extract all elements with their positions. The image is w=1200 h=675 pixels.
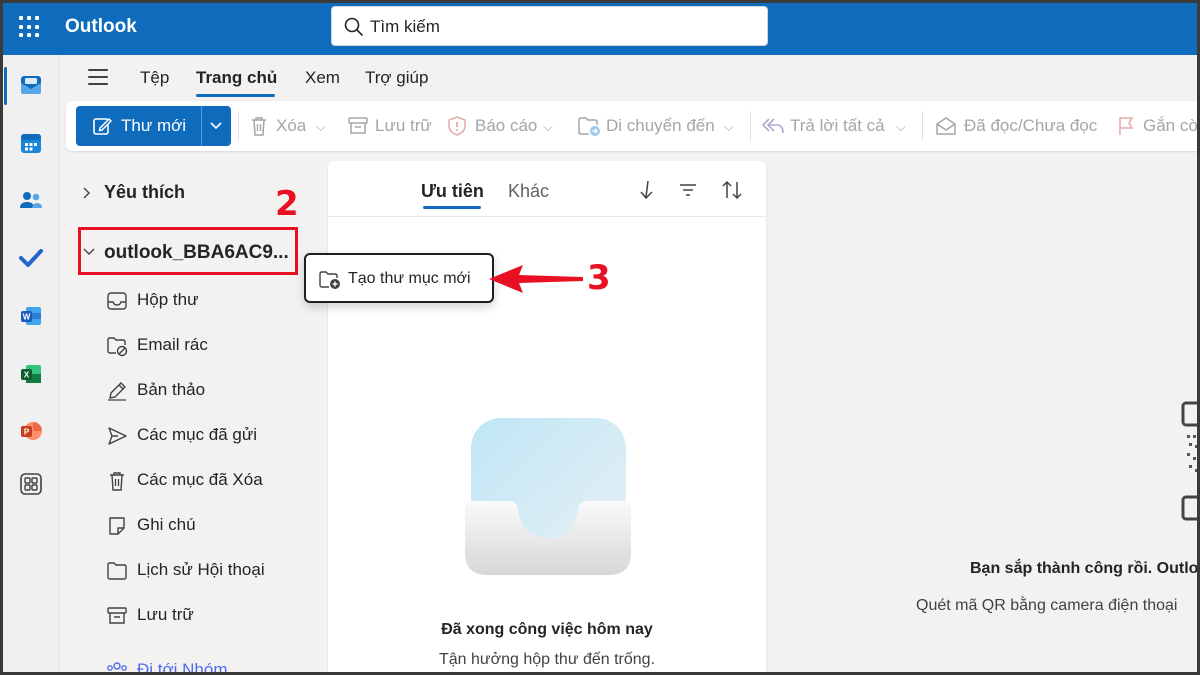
folder-label: Các mục đã gửi (137, 425, 258, 444)
ribbon-toolbar: Thư mới Xóa ⌵ Lưu trữ Báo cáo ⌵ Di chuyể… (66, 101, 1197, 151)
hamburger-menu-icon[interactable] (88, 69, 108, 85)
folder-label: Lưu trữ (137, 605, 194, 624)
context-menu: Tạo thư mục mới (304, 253, 494, 303)
notes-icon (109, 517, 125, 535)
filter-icon[interactable] (678, 179, 698, 201)
svg-text:W: W (23, 313, 31, 322)
move-to-folder-icon (578, 117, 600, 136)
sort-icon[interactable] (720, 179, 744, 201)
tab-home-underline (196, 94, 275, 97)
move-to-dropdown-icon[interactable]: ⌵ (724, 119, 734, 135)
search-box[interactable] (331, 6, 768, 46)
inbox-icon (107, 292, 127, 310)
compose-icon (93, 117, 112, 135)
top-bar: Outlook (3, 3, 1197, 55)
step-3-annotation: 3 (587, 258, 611, 298)
arrow-left-annotation-icon (489, 265, 583, 293)
new-mail-label: Thư mới (121, 116, 187, 135)
chevron-right-icon[interactable] (80, 186, 92, 200)
archive-icon (348, 117, 368, 134)
tab-other[interactable]: Khác (508, 181, 549, 202)
tab-focused-underline (423, 206, 481, 209)
folder-pane: Yêu thích 2 outlook_BBA6AC9... Hộp thư E… (60, 151, 328, 672)
new-folder-icon (319, 271, 340, 289)
chevron-down-icon[interactable] (209, 120, 223, 132)
app-title: Outlook (65, 16, 137, 37)
todo-app-icon[interactable] (18, 245, 44, 271)
tab-home[interactable]: Trang chủ (196, 68, 277, 88)
new-mail-button[interactable]: Thư mới (76, 106, 231, 146)
groups-icon (107, 662, 127, 671)
more-apps-icon[interactable] (18, 471, 44, 497)
svg-text:X: X (24, 371, 30, 380)
favorites-section[interactable]: Yêu thích (104, 182, 185, 203)
message-list-header: Ưu tiên Khác (328, 161, 766, 217)
reading-pane-subtitle: Quét mã QR bằng camera điện thoại (916, 597, 1178, 614)
archive-button[interactable]: Lưu trữ (375, 116, 432, 136)
app-rail: W X P (3, 55, 60, 672)
active-app-indicator (4, 67, 7, 105)
groups-label: Đi tới Nhóm (137, 660, 228, 672)
folder-label: Ghi chú (137, 515, 196, 534)
reading-pane: Bạn sắp thành công rồi. Outlook Quét mã … (766, 161, 1197, 672)
search-input[interactable] (370, 15, 750, 39)
tab-focused[interactable]: Ưu tiên (421, 181, 484, 202)
flag-icon (1119, 117, 1134, 135)
archive-icon (107, 607, 127, 624)
sent-icon (108, 427, 127, 445)
tab-help[interactable]: Trợ giúp (365, 68, 428, 88)
chevron-down-icon[interactable] (82, 246, 96, 258)
tab-file[interactable]: Tệp (140, 68, 169, 88)
powerpoint-app-icon[interactable]: P (18, 418, 44, 444)
drafts-icon (108, 382, 126, 401)
flag-button[interactable]: Gắn cờ (1143, 116, 1197, 136)
new-folder-menu-item[interactable]: Tạo thư mục mới (348, 270, 471, 288)
read-unread-button[interactable]: Đã đọc/Chưa đọc (964, 116, 1097, 136)
account-folder[interactable]: outlook_BBA6AC9... (104, 242, 289, 264)
step-2-annotation: 2 (275, 184, 299, 224)
folder-label: Email rác (137, 335, 208, 354)
reply-all-icon (761, 118, 784, 134)
folder-label: Hộp thư (137, 290, 199, 309)
empty-inbox-illustration (465, 418, 631, 575)
people-app-icon[interactable] (18, 187, 44, 213)
tab-view[interactable]: Xem (305, 68, 340, 88)
word-app-icon[interactable]: W (18, 303, 44, 329)
folder-icon (107, 562, 127, 580)
folder-label: Bản thảo (137, 380, 206, 399)
reply-all-button[interactable]: Trả lời tất cả (790, 116, 885, 136)
ribbon-tabs: Tệp Trang chủ Xem Trợ giúp (60, 55, 1197, 101)
arrow-down-icon[interactable] (639, 179, 655, 201)
move-to-button[interactable]: Di chuyển đến (606, 116, 715, 136)
trash-icon (110, 472, 124, 491)
search-icon (344, 17, 363, 36)
report-button[interactable]: Báo cáo (475, 116, 537, 136)
reading-pane-title: Bạn sắp thành công rồi. Outlook (970, 560, 1197, 577)
delete-icon (252, 117, 266, 136)
junk-folder-icon (107, 337, 128, 357)
outlook-window: Outlook Tìm kiếm W X P Tệp Trang chủ Xem… (3, 3, 1197, 672)
app-launcher-icon[interactable] (19, 16, 41, 38)
report-icon (448, 116, 466, 136)
message-list: Ưu tiên Khác Đã xong công việc hôm nay T… (328, 161, 766, 672)
calendar-app-icon[interactable] (18, 130, 44, 156)
excel-app-icon[interactable]: X (18, 361, 44, 387)
reply-all-dropdown-icon[interactable]: ⌵ (896, 119, 906, 135)
delete-button[interactable]: Xóa (276, 116, 306, 136)
delete-dropdown-icon[interactable]: ⌵ (316, 119, 326, 135)
report-dropdown-icon[interactable]: ⌵ (543, 119, 553, 135)
svg-text:P: P (24, 428, 30, 437)
mail-app-icon[interactable] (18, 72, 44, 98)
read-unread-icon (936, 117, 956, 135)
empty-state-title: Đã xong công việc hôm nay (441, 621, 653, 638)
folder-label: Lịch sử Hội thoại (137, 560, 265, 579)
qr-code-icon (1181, 401, 1197, 521)
folder-label: Các mục đã Xóa (137, 470, 263, 489)
empty-state-subtitle: Tận hưởng hộp thư đến trống. (438, 651, 656, 668)
